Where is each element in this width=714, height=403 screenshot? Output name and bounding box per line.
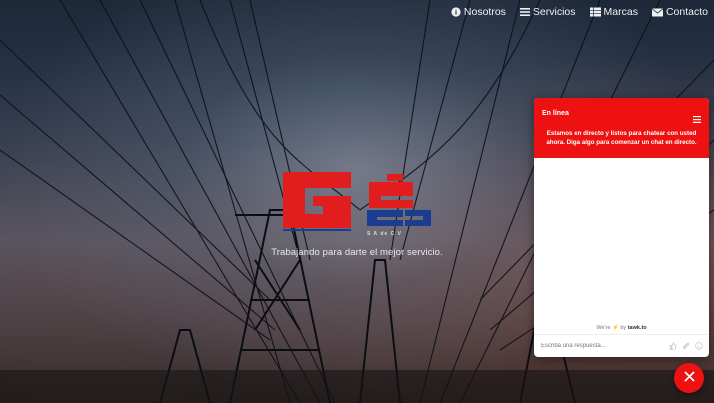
attachment-icon[interactable] xyxy=(682,337,690,355)
table-icon xyxy=(589,7,601,17)
gea-logo: S A de C V xyxy=(281,170,433,240)
list-icon xyxy=(519,7,530,17)
chat-status: En línea xyxy=(542,110,569,117)
nav-item-servicios[interactable]: Servicios xyxy=(519,6,576,18)
nav-item-marcas[interactable]: Marcas xyxy=(589,6,638,18)
chat-close-button[interactable] xyxy=(674,363,704,393)
nav-label: Marcas xyxy=(603,6,638,18)
powered-by-text: by xyxy=(620,325,627,331)
chat-welcome-message: Estamos en directo y listos para chatear… xyxy=(546,130,697,146)
hamburger-menu-icon[interactable] xyxy=(693,110,701,128)
nav-label: Nosotros xyxy=(463,6,506,18)
emoji-icon[interactable] xyxy=(695,337,703,355)
chat-input-row xyxy=(534,334,709,357)
nav-label: Servicios xyxy=(532,6,576,18)
chat-widget: En línea Estamos en directo y listos par… xyxy=(534,98,709,357)
chat-message-input[interactable] xyxy=(534,342,669,350)
info-icon xyxy=(451,7,461,17)
chat-header: En línea Estamos en directo y listos par… xyxy=(534,98,709,158)
powered-by[interactable]: We're ⚡ by tawk.to xyxy=(534,325,709,331)
top-navigation: Nosotros Servicios Marcas Contacto xyxy=(451,6,708,18)
close-icon xyxy=(683,369,695,387)
envelope-icon xyxy=(651,7,663,17)
chat-tools xyxy=(669,337,709,355)
logo-subtitle: S A de C V xyxy=(367,231,402,237)
nav-item-nosotros[interactable]: Nosotros xyxy=(451,6,506,18)
lightning-icon: ⚡ xyxy=(611,325,619,331)
nav-item-contacto[interactable]: Contacto xyxy=(651,6,708,18)
chat-messages-area xyxy=(534,158,709,333)
tawk-brand: tawk.to xyxy=(627,325,647,331)
powered-prefix: We're xyxy=(596,325,611,331)
nav-label: Contacto xyxy=(665,6,708,18)
thumbs-up-icon[interactable] xyxy=(669,337,677,355)
